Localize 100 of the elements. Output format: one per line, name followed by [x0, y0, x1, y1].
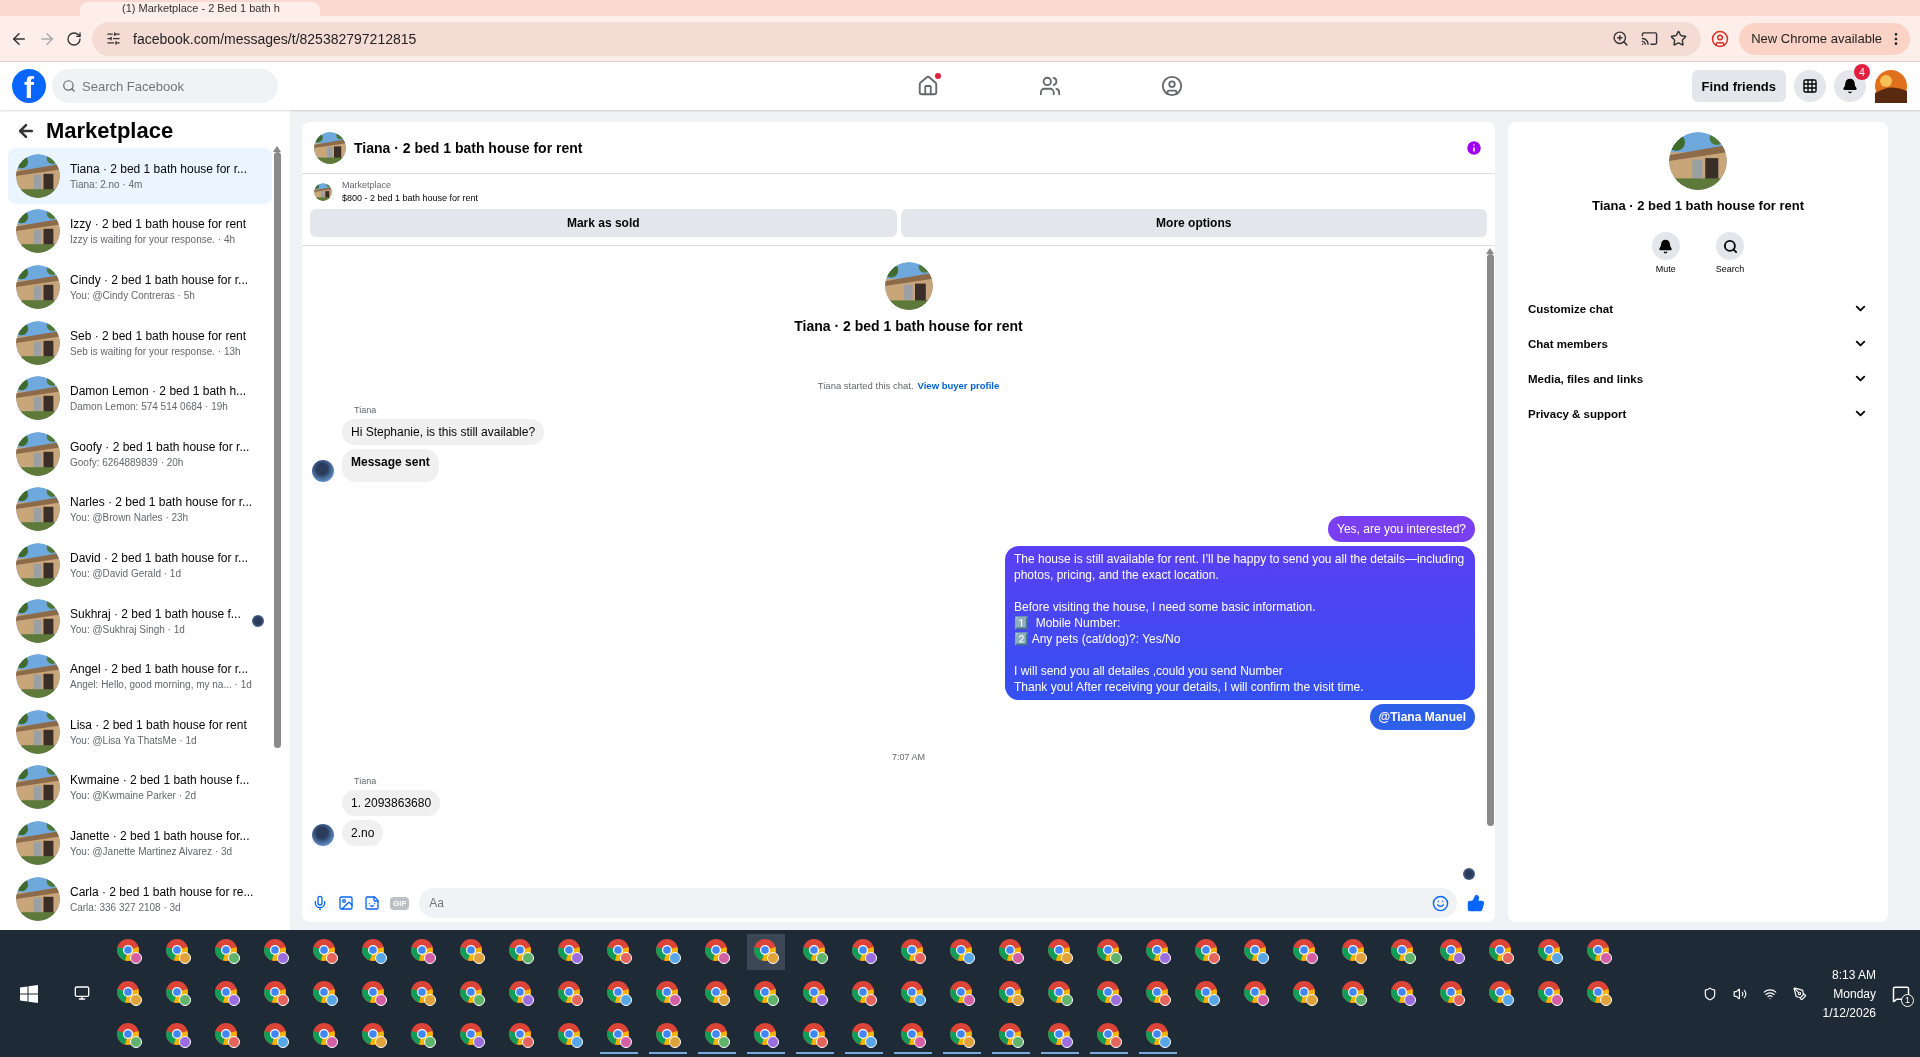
sticker-icon[interactable] — [364, 895, 380, 911]
browser-icon[interactable] — [1145, 1021, 1171, 1048]
browser-icon[interactable] — [410, 937, 436, 964]
browser-icon[interactable] — [263, 937, 289, 964]
browser-icon[interactable] — [1537, 937, 1563, 964]
browser-icon[interactable] — [508, 937, 534, 964]
conversation-item[interactable]: Cindy · 2 bed 1 bath house for r... You: @Cindy Contreras · 5h — [8, 259, 272, 315]
browser-icon[interactable] — [1292, 937, 1318, 964]
browser-icon[interactable] — [900, 1021, 926, 1048]
browser-icon[interactable] — [410, 1021, 436, 1048]
conversation-item[interactable]: Narles · 2 bed 1 bath house for r... You: @Brown Narles · 23h — [8, 481, 272, 538]
back-icon[interactable] — [16, 121, 36, 141]
browser-icon[interactable] — [753, 937, 779, 964]
browser-icon[interactable] — [949, 1021, 975, 1048]
browser-icon[interactable] — [851, 1021, 877, 1048]
browser-icon[interactable] — [1586, 937, 1612, 964]
browser-icon[interactable] — [1243, 937, 1269, 964]
wifi-icon[interactable] — [1762, 986, 1777, 1001]
browser-icon[interactable] — [1488, 979, 1514, 1006]
browser-icon[interactable] — [655, 979, 681, 1006]
browser-icon[interactable] — [802, 937, 828, 964]
image-icon[interactable] — [338, 895, 354, 911]
browser-icon[interactable] — [557, 937, 583, 964]
notifications-button[interactable] — [1834, 70, 1866, 102]
conversation-item[interactable]: Sukhraj · 2 bed 1 bath house f... You: @Sukhraj Singh · 1d — [8, 592, 272, 649]
browser-icon[interactable] — [263, 979, 289, 1006]
search-field[interactable]: Search Facebook — [52, 69, 278, 103]
browser-icon[interactable] — [606, 979, 632, 1006]
browser-icon[interactable] — [1145, 937, 1171, 964]
browser-icon[interactable] — [1145, 979, 1171, 1006]
browser-icon[interactable] — [1096, 1021, 1122, 1048]
browser-icon[interactable] — [263, 1021, 289, 1048]
thumbs-up-icon[interactable] — [1467, 894, 1485, 912]
browser-icon[interactable] — [214, 979, 240, 1006]
browser-icon[interactable] — [361, 1021, 387, 1048]
shield-icon[interactable] — [1702, 986, 1717, 1001]
info-icon[interactable] — [1465, 138, 1483, 157]
browser-icon[interactable] — [998, 937, 1024, 964]
browser-icon[interactable] — [998, 979, 1024, 1006]
browser-icon[interactable] — [1439, 937, 1465, 964]
profile-icon[interactable] — [1711, 29, 1730, 48]
emoji-icon[interactable] — [1432, 894, 1449, 912]
browser-icon[interactable] — [1292, 979, 1318, 1006]
browser-icon[interactable] — [165, 1021, 191, 1048]
browser-icon[interactable] — [1194, 937, 1220, 964]
browser-icon[interactable] — [214, 1021, 240, 1048]
pen-icon[interactable] — [1792, 986, 1807, 1001]
conversation-item[interactable]: Kwmaine · 2 bed 1 bath house f... You: @Kwmaine Parker · 2d — [8, 759, 272, 816]
browser-icon[interactable] — [851, 979, 877, 1006]
browser-icon[interactable] — [116, 937, 142, 964]
browser-icon[interactable] — [1341, 937, 1367, 964]
browser-icon[interactable] — [606, 1021, 632, 1048]
browser-icon[interactable] — [361, 937, 387, 964]
browser-icon[interactable] — [459, 1021, 485, 1048]
browser-icon[interactable] — [214, 937, 240, 964]
site-info-icon[interactable] — [106, 31, 121, 46]
zoom-icon[interactable] — [1612, 30, 1630, 47]
browser-icon[interactable] — [1390, 979, 1416, 1006]
browser-icon[interactable] — [949, 979, 975, 1006]
search-button[interactable]: Search — [1709, 231, 1751, 275]
find-friends-button[interactable]: Find friends — [1691, 70, 1786, 102]
browser-icon[interactable] — [1096, 979, 1122, 1006]
browser-icon[interactable] — [410, 979, 436, 1006]
avatar[interactable] — [1874, 69, 1908, 103]
browser-icon[interactable] — [1096, 937, 1122, 964]
details-section[interactable]: Privacy & support — [1520, 396, 1876, 431]
conversation-item[interactable]: Tiana · 2 bed 1 bath house for r... Tiana: 2.no · 4m — [8, 148, 272, 204]
star-icon[interactable] — [1670, 30, 1688, 47]
browser-icon[interactable] — [116, 1021, 142, 1048]
browser-icon[interactable] — [1439, 979, 1465, 1006]
browser-icon[interactable] — [802, 979, 828, 1006]
browser-icon[interactable] — [900, 937, 926, 964]
details-section[interactable]: Chat members — [1520, 326, 1876, 361]
browser-icon[interactable] — [557, 1021, 583, 1048]
conversation-item[interactable]: Damon Lemon · 2 bed 1 bath h... Damon Lemon: 574 514 0684 · 19h — [8, 370, 272, 426]
browser-icon[interactable] — [459, 937, 485, 964]
browser-icon[interactable] — [312, 1021, 338, 1048]
details-section[interactable]: Customize chat — [1520, 291, 1876, 326]
conversation-item[interactable]: Izzy · 2 bed 1 bath house for rent Izzy is waiting for your response. · 4h — [8, 203, 272, 260]
conversation-item[interactable]: David · 2 bed 1 bath house for r... You: @David Gerald · 1d — [8, 537, 272, 593]
task-view-icon[interactable] — [74, 984, 90, 1003]
conversation-item[interactable]: Angel · 2 bed 1 bath house for r... Angel: Hello, good morning, my na... · 1d — [8, 648, 272, 704]
conversation-item[interactable]: Lisa · 2 bed 1 bath house for rent You: @Lisa Ya ThatsMe · 1d — [8, 703, 272, 760]
browser-icon[interactable] — [165, 979, 191, 1006]
start-icon[interactable] — [20, 984, 38, 1003]
browser-icon[interactable] — [1047, 979, 1073, 1006]
browser-icon[interactable] — [1488, 937, 1514, 964]
browser-icon[interactable] — [655, 937, 681, 964]
browser-icon[interactable] — [851, 937, 877, 964]
logo[interactable]: f — [12, 69, 46, 103]
action-button[interactable]: Mark as sold — [310, 209, 897, 237]
reload-icon[interactable] — [66, 30, 82, 47]
browser-icon[interactable] — [704, 937, 730, 964]
browser-icon[interactable] — [704, 979, 730, 1006]
browser-icon[interactable] — [312, 937, 338, 964]
microphone-icon[interactable] — [312, 895, 328, 911]
menu-button[interactable] — [1794, 70, 1826, 102]
browser-icon[interactable] — [1243, 979, 1269, 1006]
scrollbar-thumb[interactable] — [273, 152, 281, 748]
mute-button[interactable]: Mute — [1645, 231, 1686, 275]
